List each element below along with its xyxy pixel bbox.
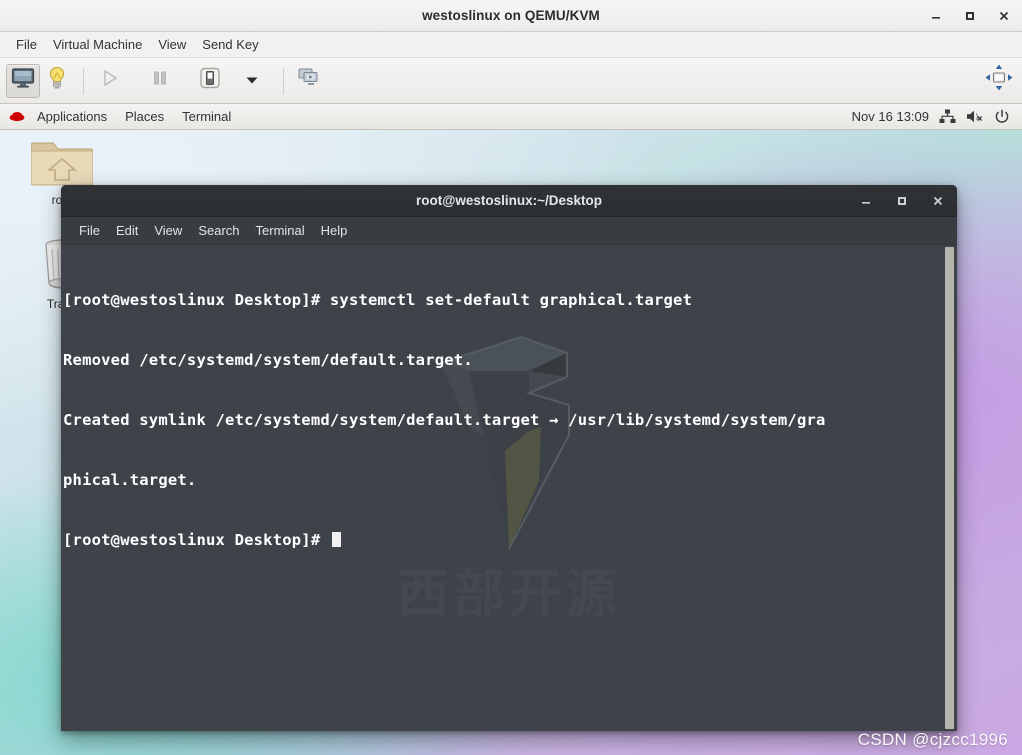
vm-menu-view[interactable]: View xyxy=(150,35,194,54)
pause-icon xyxy=(151,69,169,92)
terminal-scrollbar[interactable] xyxy=(944,247,955,729)
terminal-window-title: root@westoslinux:~/Desktop xyxy=(415,193,603,208)
gnome-menu-terminal[interactable]: Terminal xyxy=(173,107,240,126)
terminal-menu-terminal[interactable]: Terminal xyxy=(248,221,313,240)
guest-desktop: root Trash root@westoslinux:~/Desktop xyxy=(0,130,1022,755)
toolbar-separator-1 xyxy=(83,67,84,94)
terminal-scrollbar-thumb[interactable] xyxy=(945,247,954,729)
vm-window-title: westoslinux on QEMU/KVM xyxy=(422,8,600,23)
fullscreen-button[interactable] xyxy=(982,64,1016,98)
terminal-menu-view[interactable]: View xyxy=(146,221,190,240)
console-view-button[interactable] xyxy=(6,63,40,98)
terminal-output: [root@westoslinux Desktop]# systemctl se… xyxy=(61,245,943,590)
terminal-window: root@westoslinux:~/Desktop File Edit Vie… xyxy=(61,185,957,731)
vm-menu-file[interactable]: File xyxy=(8,35,45,54)
vm-menu-send-key[interactable]: Send Key xyxy=(194,35,266,54)
monitor-icon xyxy=(11,67,35,94)
terminal-maximize-button[interactable] xyxy=(893,192,911,210)
terminal-line: [root@westoslinux Desktop]# systemctl se… xyxy=(63,291,693,309)
vm-window-controls xyxy=(926,0,1014,32)
vm-toolbar xyxy=(0,58,1022,104)
csdn-watermark: CSDN @cjzcc1996 xyxy=(857,730,1008,749)
snapshots-icon xyxy=(297,67,323,94)
vm-close-button[interactable] xyxy=(994,6,1014,26)
network-wired-icon[interactable] xyxy=(939,109,956,124)
gnome-menu-applications[interactable]: Applications xyxy=(28,107,116,126)
terminal-line: phical.target. xyxy=(63,471,197,489)
snapshots-button[interactable] xyxy=(293,64,327,98)
terminal-line: Created symlink /etc/systemd/system/defa… xyxy=(63,411,826,429)
speaker-muted-icon[interactable] xyxy=(966,109,984,124)
shutdown-menu-button[interactable] xyxy=(235,64,269,98)
terminal-titlebar[interactable]: root@westoslinux:~/Desktop xyxy=(61,185,957,217)
terminal-line: Removed /etc/systemd/system/default.targ… xyxy=(63,351,473,369)
fullscreen-arrows-icon xyxy=(984,63,1014,98)
terminal-menu-file[interactable]: File xyxy=(71,221,108,240)
terminal-menubar: File Edit View Search Terminal Help xyxy=(61,217,957,245)
terminal-prompt-line: [root@westoslinux Desktop]# xyxy=(63,530,943,550)
play-icon xyxy=(100,68,120,93)
terminal-menu-search[interactable]: Search xyxy=(190,221,247,240)
redhat-fedora-icon xyxy=(8,109,26,125)
chevron-down-icon xyxy=(245,72,259,90)
gnome-panel-tray: Nov 16 13:09 xyxy=(852,109,1014,125)
terminal-prompt: [root@westoslinux Desktop]# xyxy=(63,531,330,549)
vm-menu-virtual-machine[interactable]: Virtual Machine xyxy=(45,35,150,54)
show-details-button[interactable] xyxy=(40,64,74,98)
terminal-body[interactable]: 西部开源 [root@westoslinux Desktop]# systemc… xyxy=(61,245,957,731)
terminal-window-controls xyxy=(857,185,947,217)
virt-manager-window: westoslinux on QEMU/KVM File Virtual Mac… xyxy=(0,0,1022,755)
run-button[interactable] xyxy=(93,64,127,98)
vm-titlebar: westoslinux on QEMU/KVM xyxy=(0,0,1022,32)
vm-menubar: File Virtual Machine View Send Key xyxy=(0,32,1022,58)
terminal-close-button[interactable] xyxy=(929,192,947,210)
terminal-minimize-button[interactable] xyxy=(857,192,875,210)
power-switch-icon xyxy=(198,66,222,95)
terminal-cursor xyxy=(331,532,341,547)
vm-maximize-button[interactable] xyxy=(960,6,980,26)
lightbulb-icon xyxy=(46,66,68,95)
terminal-menu-edit[interactable]: Edit xyxy=(108,221,146,240)
pause-button[interactable] xyxy=(143,64,177,98)
power-icon[interactable] xyxy=(994,109,1010,125)
gnome-top-panel: Applications Places Terminal Nov 16 13:0… xyxy=(0,104,1022,130)
terminal-menu-help[interactable]: Help xyxy=(313,221,356,240)
gnome-clock[interactable]: Nov 16 13:09 xyxy=(852,109,929,124)
shutdown-button[interactable] xyxy=(193,64,227,98)
toolbar-separator-2 xyxy=(283,67,284,94)
gnome-menu-places[interactable]: Places xyxy=(116,107,173,126)
vm-minimize-button[interactable] xyxy=(926,6,946,26)
